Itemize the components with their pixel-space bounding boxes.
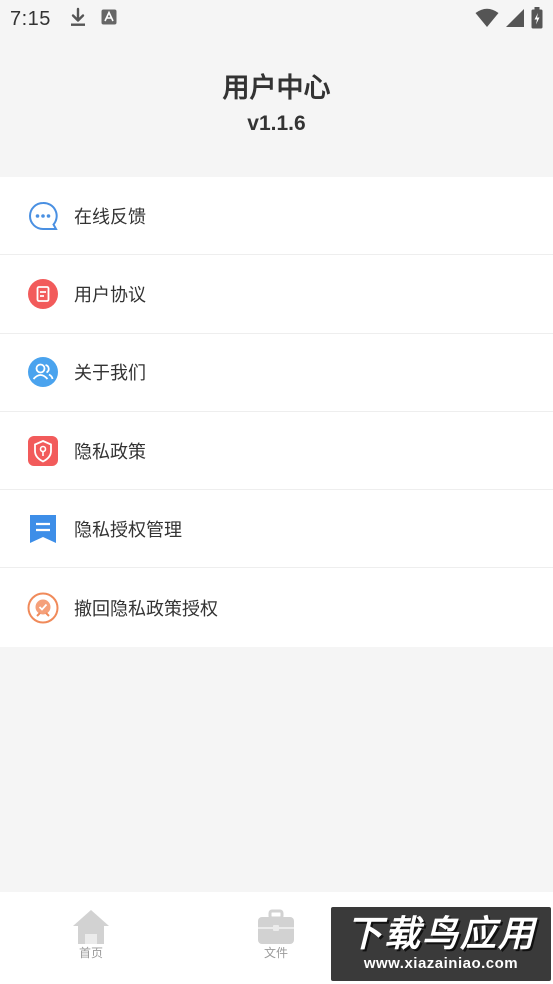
badge-revoke-icon (27, 592, 59, 624)
wifi-icon (475, 8, 499, 32)
menu-item-label: 隐私政策 (74, 441, 146, 463)
menu-item-privacy-policy[interactable]: 隐私政策 (0, 412, 553, 491)
menu-item-label: 用户协议 (74, 284, 146, 306)
menu-item-feedback[interactable]: 在线反馈 (0, 177, 553, 256)
menu-item-label: 关于我们 (74, 363, 146, 385)
menu-item-label: 隐私授权管理 (74, 519, 182, 541)
signal-icon (505, 8, 525, 32)
menu-item-label: 在线反馈 (74, 206, 146, 228)
shield-icon (27, 435, 59, 467)
download-icon (69, 7, 87, 31)
menu-item-privacy-authorization[interactable]: 隐私授权管理 (0, 490, 553, 569)
page-header: 用户中心 v1.1.6 (0, 38, 553, 176)
nav-label: 首页 (78, 946, 103, 960)
list-bookmark-icon (27, 513, 59, 545)
app-notification-icon (101, 9, 117, 29)
menu-item-label: 撤回隐私政策授权 (74, 598, 218, 620)
nav-item-files[interactable]: 文件 (236, 908, 316, 961)
menu-item-revoke-authorization[interactable]: 撤回隐私政策授权 (0, 568, 553, 646)
page-title: 用户中心 (222, 73, 331, 104)
nav-item-home[interactable]: 首页 (51, 908, 131, 961)
nav-label: 文件 (263, 946, 288, 960)
status-bar: 7:15 (0, 0, 553, 38)
app-version: v1.1.6 (247, 112, 306, 135)
battery-icon (531, 7, 543, 33)
status-notifications (69, 7, 117, 31)
watermark-logo: 下载鸟应用 www.xiazainiao.com (331, 907, 551, 981)
status-time: 7:15 (10, 7, 51, 30)
watermark-url: www.xiazainiao.com (363, 955, 519, 972)
users-icon (27, 356, 59, 388)
watermark-title: 下载鸟应用 (345, 914, 536, 955)
status-system-icons (475, 7, 543, 33)
menu-item-about-us[interactable]: 关于我们 (0, 334, 553, 412)
document-icon (27, 278, 59, 310)
settings-menu: 在线反馈 用户协议 关于我们 隐私政策 隐私授权管理 撤回隐私政策授权 (0, 177, 553, 647)
menu-item-user-agreement[interactable]: 用户协议 (0, 255, 553, 334)
chat-bubble-icon (27, 200, 59, 232)
